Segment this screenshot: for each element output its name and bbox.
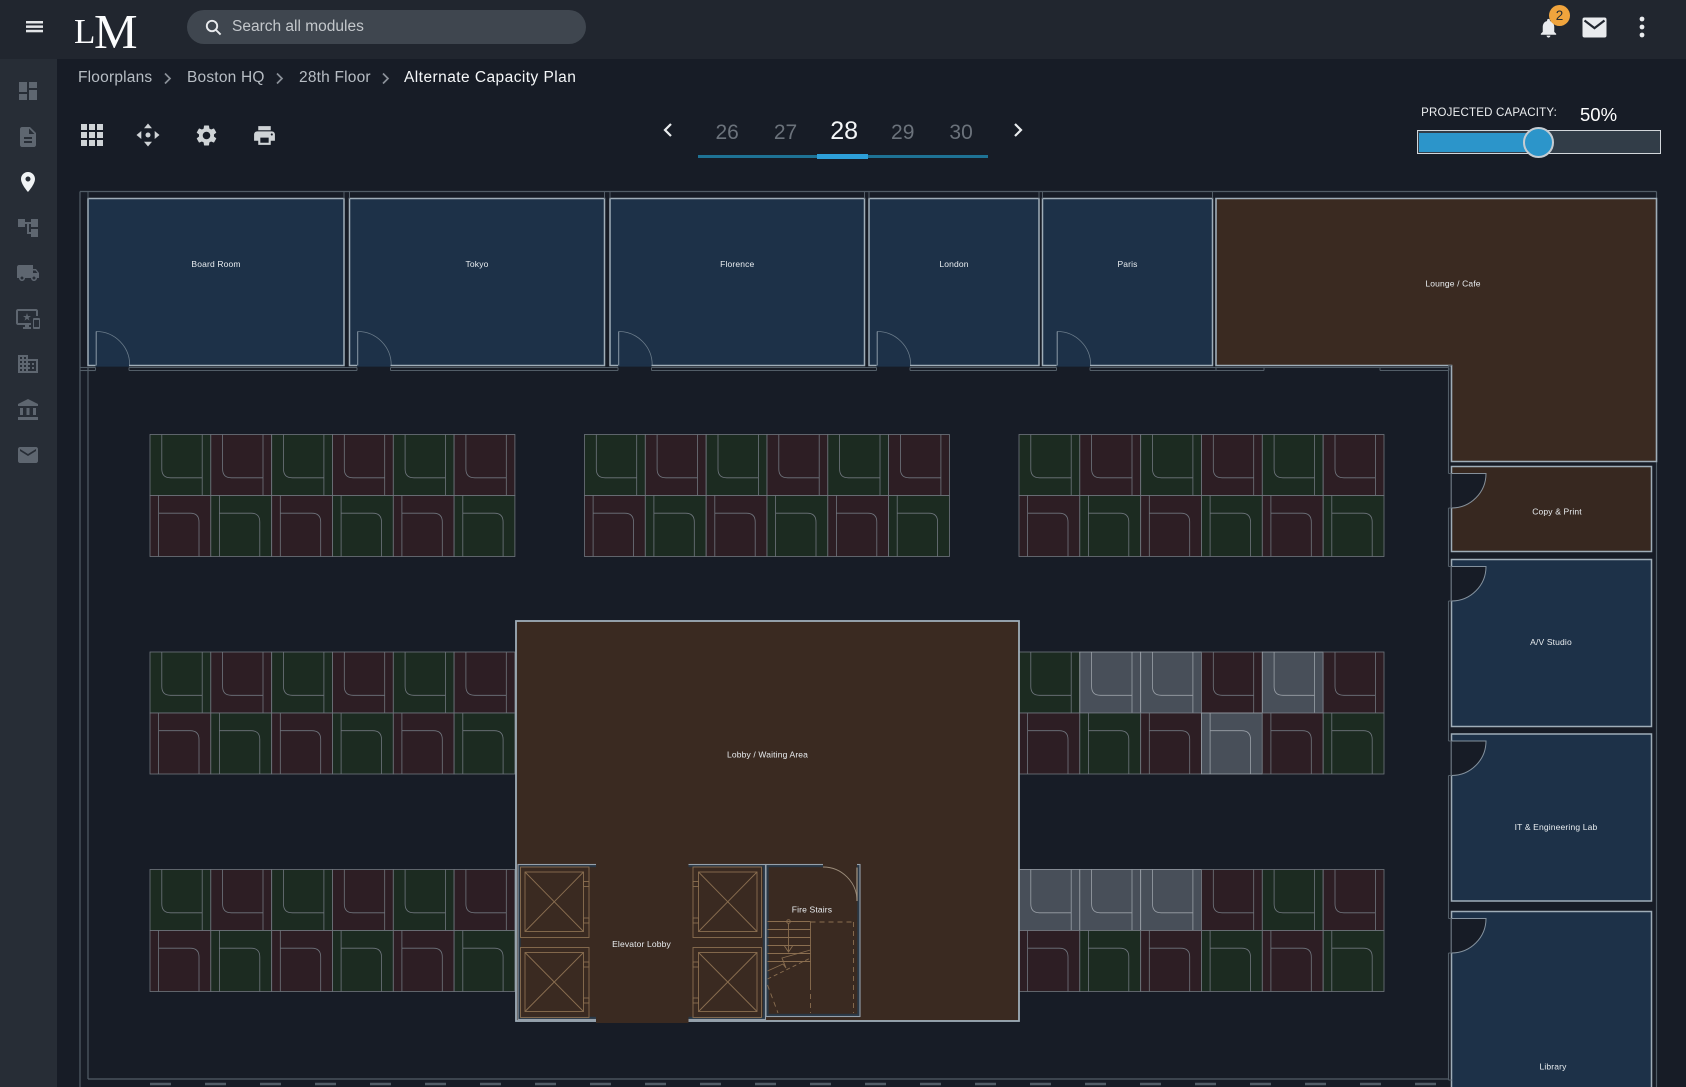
- svg-text:Library: Library: [1539, 1062, 1567, 1072]
- svg-text:IT & Engineering Lab: IT & Engineering Lab: [1515, 822, 1598, 832]
- svg-text:Board Room: Board Room: [191, 259, 240, 269]
- svg-text:Lounge / Cafe: Lounge / Cafe: [1425, 279, 1480, 289]
- svg-text:Tokyo: Tokyo: [466, 259, 489, 269]
- svg-text:London: London: [939, 259, 968, 269]
- svg-text:Lobby / Waiting Area: Lobby / Waiting Area: [727, 750, 808, 760]
- svg-text:Florence: Florence: [720, 259, 754, 269]
- svg-text:Paris: Paris: [1117, 259, 1137, 269]
- svg-text:Copy & Print: Copy & Print: [1532, 507, 1582, 517]
- svg-text:A/V Studio: A/V Studio: [1530, 637, 1572, 647]
- svg-text:Elevator Lobby: Elevator Lobby: [612, 939, 671, 949]
- svg-text:Fire Stairs: Fire Stairs: [792, 905, 832, 915]
